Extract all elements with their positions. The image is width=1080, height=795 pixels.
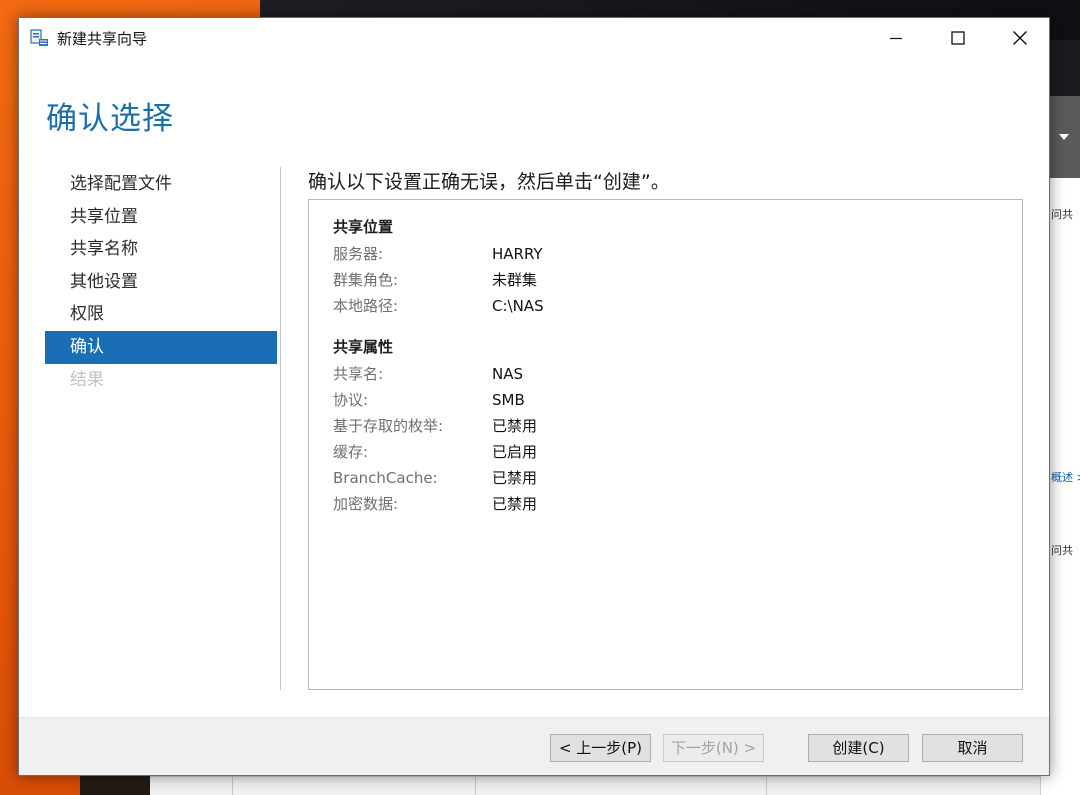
wizard-footer: < 上一步(P) 下一步(N) > 创建(C) 取消: [19, 717, 1049, 775]
close-button[interactable]: [989, 18, 1051, 58]
background-peek-link: 概述 >: [1051, 471, 1080, 484]
section-title: 共享位置: [333, 218, 394, 236]
summary-key: 协议:: [333, 391, 369, 409]
nav-step-other-settings[interactable]: 其他设置: [45, 266, 277, 299]
maximize-button[interactable]: [927, 18, 989, 58]
wizard-steps-nav: 选择配置文件 共享位置 共享名称 其他设置 权限 确认 结果: [45, 168, 277, 396]
minimize-icon: [890, 37, 902, 40]
share-properties-section: 共享属性 共享名: NAS 协议: SMB 基于存取的枚举: 已禁用 缓存: 已…: [333, 336, 537, 518]
previous-button[interactable]: < 上一步(P): [550, 734, 651, 762]
summary-value: NAS: [492, 365, 524, 383]
background-window-strip: [150, 776, 1080, 795]
new-share-wizard-dialog: 新建共享向导 确认选择 选择配置文件 共享位置 共享名称 其他设置 权限 确认 …: [18, 17, 1050, 776]
summary-key: BranchCache:: [333, 469, 438, 487]
summary-value: HARRY: [492, 245, 543, 263]
summary-value: 已启用: [492, 443, 538, 461]
summary-row: 共享名: NAS: [333, 362, 537, 388]
summary-row: 缓存: 已启用: [333, 440, 537, 466]
summary-key: 本地路径:: [333, 297, 399, 315]
nav-step-confirmation[interactable]: 确认: [45, 330, 277, 364]
background-peek-text: 问共: [1051, 544, 1073, 557]
summary-row: 加密数据: 已禁用: [333, 492, 537, 518]
background-peek-text: 问共: [1051, 208, 1073, 221]
next-button: 下一步(N) >: [663, 734, 764, 762]
summary-row: 基于存取的枚举: 已禁用: [333, 414, 537, 440]
summary-row: 协议: SMB: [333, 388, 537, 414]
share-location-section: 共享位置 服务器: HARRY 群集角色: 未群集 本地路径: C:\NAS: [333, 216, 544, 320]
summary-key: 群集角色:: [333, 271, 399, 289]
summary-row: BranchCache: 已禁用: [333, 466, 537, 492]
cancel-button[interactable]: 取消: [922, 734, 1023, 762]
instruction-text: 确认以下设置正确无误，然后单击“创建”。: [308, 171, 670, 193]
summary-value: 已禁用: [492, 495, 538, 513]
summary-key: 加密数据:: [333, 495, 399, 513]
summary-row: 群集角色: 未群集: [333, 268, 544, 294]
summary-value: 已禁用: [492, 469, 538, 487]
section-title: 共享属性: [333, 338, 394, 356]
summary-key: 共享名:: [333, 365, 384, 383]
nav-step-permissions[interactable]: 权限: [45, 298, 277, 331]
share-wizard-icon: [30, 29, 48, 46]
window-title: 新建共享向导: [57, 30, 148, 48]
nav-step-share-location[interactable]: 共享位置: [45, 201, 277, 234]
title-bar[interactable]: 新建共享向导: [19, 18, 1049, 58]
nav-divider: [280, 167, 281, 690]
summary-key: 基于存取的枚举:: [333, 417, 444, 435]
summary-value: C:\NAS: [492, 297, 544, 315]
summary-value: SMB: [492, 391, 525, 409]
summary-row: 本地路径: C:\NAS: [333, 294, 544, 320]
nav-step-share-name[interactable]: 共享名称: [45, 233, 277, 266]
summary-key: 缓存:: [333, 443, 369, 461]
background-window-toolbar: [1046, 96, 1080, 178]
close-icon: [1013, 31, 1027, 45]
dropdown-arrow-icon[interactable]: [1059, 134, 1069, 140]
confirmation-summary-panel[interactable]: 共享位置 服务器: HARRY 群集角色: 未群集 本地路径: C:\NAS 共…: [308, 199, 1023, 690]
minimize-button[interactable]: [865, 18, 927, 58]
page-title: 确认选择: [46, 101, 174, 137]
nav-step-select-profile[interactable]: 选择配置文件: [45, 168, 277, 201]
summary-value: 未群集: [492, 271, 538, 289]
maximize-icon: [951, 31, 965, 45]
summary-value: 已禁用: [492, 417, 538, 435]
summary-row: 服务器: HARRY: [333, 242, 544, 268]
nav-step-results: 结果: [70, 369, 104, 390]
create-button[interactable]: 创建(C): [808, 734, 909, 762]
summary-key: 服务器:: [333, 245, 384, 263]
